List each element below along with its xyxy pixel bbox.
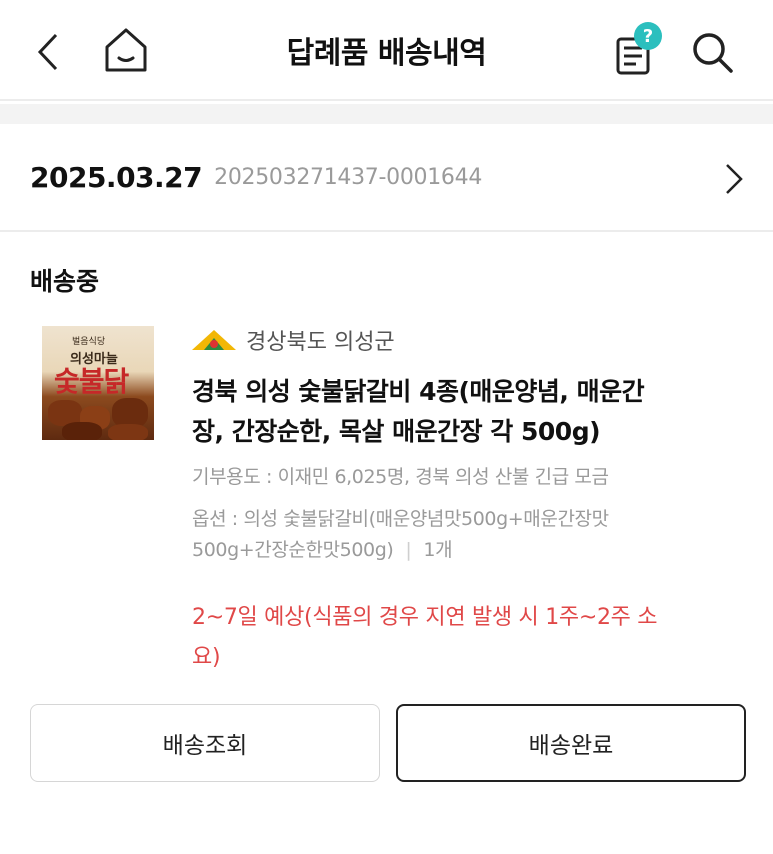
order-summary-row[interactable]: 2025.03.27 202503271437-0001644: [0, 124, 773, 230]
chevron-right-icon: [726, 164, 743, 194]
shipment-status: 배송중: [30, 267, 100, 296]
seller-logo-icon: [192, 330, 236, 350]
section-divider: [0, 230, 773, 232]
delivery-complete-button[interactable]: 배송완료: [396, 704, 746, 782]
seller-name: 경상북도 의성군: [246, 330, 395, 355]
home-icon[interactable]: [98, 22, 154, 78]
order-number: 202503271437-0001644: [214, 164, 483, 190]
option-info: 옵션 : 의성 숯불닭갈비(매운양념맛500g+매운간장맛500g+간장순한맛5…: [192, 504, 662, 566]
order-date: 2025.03.27: [30, 160, 203, 194]
header-divider: [0, 99, 773, 101]
quantity: 1개: [423, 539, 453, 561]
thumbnail-brand-text: 벌음식당: [72, 337, 106, 347]
product-title[interactable]: 경북 의성 숯불닭갈비 4종(매운양념, 매운간장, 간장순한, 목살 매운간장…: [192, 372, 662, 452]
search-icon[interactable]: [684, 26, 740, 78]
section-spacer: [0, 104, 773, 124]
seller-row[interactable]: 경상북도 의성군: [190, 324, 395, 356]
option-separator: |: [405, 539, 412, 561]
track-delivery-button[interactable]: 배송조회: [30, 704, 380, 782]
option-text: 옵션 : 의성 숯불닭갈비(매운양념맛500g+매운간장맛500g+간장순한맛5…: [192, 508, 609, 561]
notice-list-icon[interactable]: ?: [604, 22, 664, 80]
top-app-bar: 답례품 배송내역 ?: [0, 0, 773, 100]
notice-badge: ?: [634, 22, 662, 50]
product-thumbnail[interactable]: 벌음식당 의성마늘 숯불닭: [42, 326, 154, 440]
thumbnail-title-text: 숯불닭: [54, 365, 129, 398]
donation-use: 기부용도 : 이재민 6,025명, 경북 의성 산불 긴급 모금: [192, 466, 609, 488]
chevron-left-icon[interactable]: [28, 28, 68, 76]
delivery-estimate: 2~7일 예상(식품의 경우 지연 발생 시 1주~2주 소요): [192, 605, 658, 670]
